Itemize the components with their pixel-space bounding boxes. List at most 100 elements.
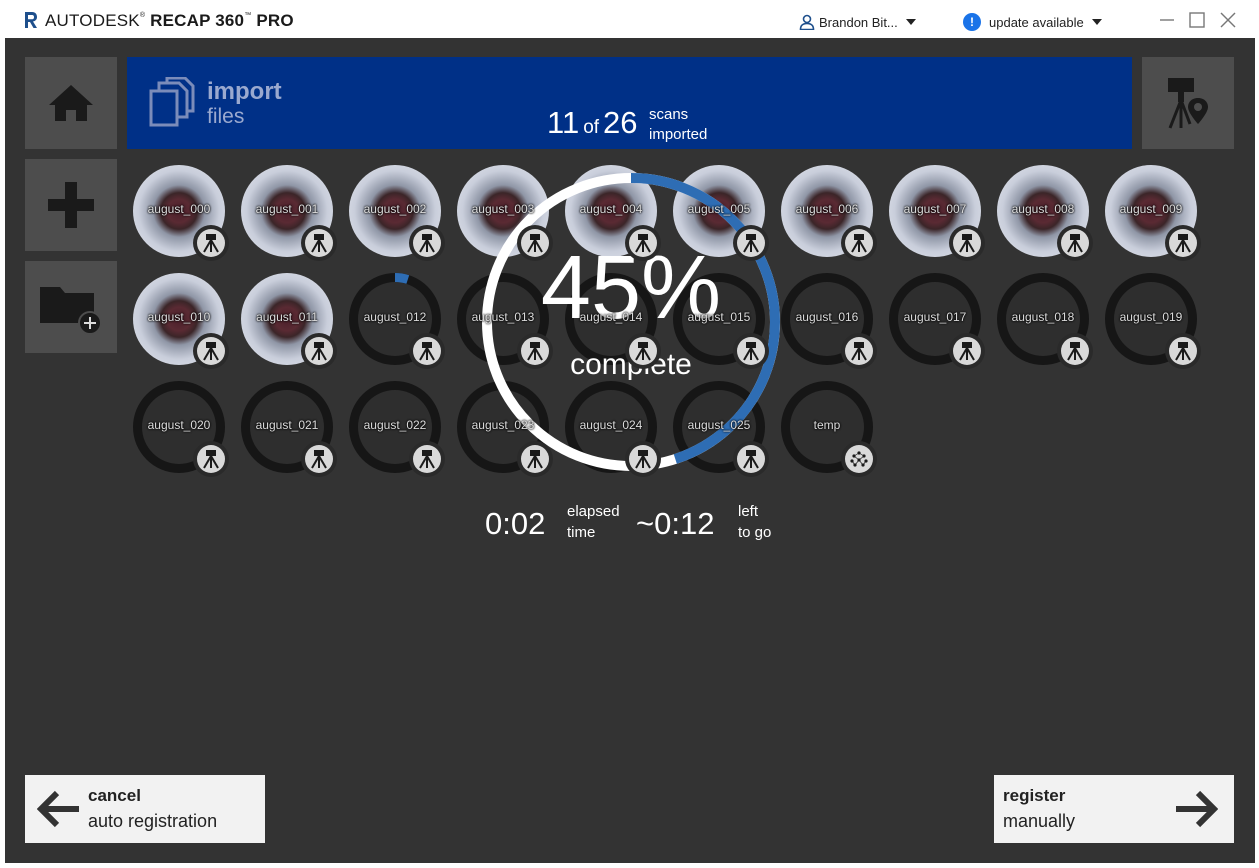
scan-item[interactable]: august_008: [997, 165, 1093, 261]
add-button[interactable]: [25, 159, 117, 251]
scan-count: 11 of 26 scans imported: [547, 105, 707, 143]
scan-name: august_002: [363, 202, 427, 216]
main-panel: import files 11 of 26 scans imported augus…: [5, 38, 1255, 863]
close-icon[interactable]: [1218, 10, 1238, 30]
maximize-icon[interactable]: [1187, 10, 1207, 30]
scan-name: august_005: [687, 202, 751, 216]
scanner-location-icon: [1168, 78, 1208, 129]
scan-name: august_019: [1119, 310, 1183, 324]
files-icon: [149, 77, 195, 127]
scan-item[interactable]: august_007: [889, 165, 985, 261]
time-left-value: ~0:12: [636, 506, 715, 541]
app-title: AUTODESK® RECAP 360™ PRO: [45, 11, 294, 30]
scan-item[interactable]: august_017: [889, 273, 985, 369]
add-folder-icon: [40, 287, 102, 335]
tripod-icon: [517, 333, 553, 369]
register-label: register: [1003, 786, 1066, 805]
chevron-down-icon: [1091, 19, 1102, 25]
scan-name: august_000: [147, 202, 211, 216]
info-icon: !: [963, 13, 981, 31]
cancel-auto-registration-button[interactable]: cancel auto registration: [25, 775, 265, 843]
scan-item[interactable]: august_001: [241, 165, 337, 261]
scan-name: august_008: [1011, 202, 1075, 216]
tripod-icon: [625, 333, 661, 369]
tripod-icon: [517, 441, 553, 477]
title-bar: AUTODESK® RECAP 360™ PRO Brandon Bit... …: [0, 0, 1259, 38]
tripod-icon: [193, 333, 229, 369]
user-icon: [799, 14, 815, 30]
scan-item[interactable]: august_019: [1105, 273, 1201, 369]
tripod-icon: [733, 225, 769, 261]
update-menu[interactable]: ! update available: [963, 13, 1102, 31]
scan-item[interactable]: august_010: [133, 273, 229, 369]
scan-item[interactable]: august_018: [997, 273, 1093, 369]
tripod-icon: [625, 441, 661, 477]
home-button[interactable]: [25, 57, 117, 149]
scan-name: august_020: [147, 418, 211, 432]
user-menu[interactable]: Brandon Bit...: [799, 14, 916, 30]
tripod-icon: [1057, 333, 1093, 369]
scan-name: august_015: [687, 310, 751, 324]
scan-item[interactable]: august_020: [133, 381, 229, 477]
time-left-label: left to go: [738, 503, 772, 541]
scan-name: temp: [813, 418, 841, 432]
tripod-icon: [409, 333, 445, 369]
scan-item[interactable]: august_011: [241, 273, 337, 369]
register-manually-button[interactable]: register manually: [994, 775, 1234, 843]
tripod-icon: [1165, 333, 1201, 369]
arrow-right-icon: [1176, 790, 1218, 828]
tripod-icon: [625, 225, 661, 261]
scan-item[interactable]: august_002: [349, 165, 445, 261]
scan-name: august_022: [363, 418, 427, 432]
scans-imported-label: scans imported: [649, 106, 708, 143]
scan-item[interactable]: august_000: [133, 165, 229, 261]
update-label: update available: [989, 14, 1084, 30]
imported-count: 11: [547, 105, 580, 140]
cancel-label: cancel: [88, 786, 141, 805]
user-name: Brandon Bit...: [819, 14, 898, 30]
scan-item[interactable]: august_022: [349, 381, 445, 477]
scan-item[interactable]: august_009: [1105, 165, 1201, 261]
tripod-icon: [301, 225, 337, 261]
scan-item[interactable]: august_021: [241, 381, 337, 477]
tripod-icon: [409, 225, 445, 261]
tripod-icon: [1057, 225, 1093, 261]
scan-item[interactable]: august_016: [781, 273, 877, 369]
tripod-icon: [949, 225, 985, 261]
scan-name: august_001: [255, 202, 319, 216]
scan-name: august_010: [147, 310, 211, 324]
tripod-icon: [301, 333, 337, 369]
scan-name: august_007: [903, 202, 967, 216]
elapsed-time-value: 0:02: [485, 506, 546, 541]
scan-item[interactable]: august_012: [349, 273, 445, 369]
scan-name: august_009: [1119, 202, 1183, 216]
arrow-left-icon: [37, 790, 79, 828]
add-folder-button[interactable]: [25, 261, 117, 353]
tripod-icon: [733, 333, 769, 369]
minimize-icon[interactable]: [1157, 10, 1177, 30]
cancel-sublabel: auto registration: [88, 811, 218, 831]
tripod-icon: [409, 441, 445, 477]
scan-name: august_011: [256, 310, 318, 324]
total-count: 26: [603, 105, 638, 140]
scan-name: august_017: [903, 310, 967, 324]
tripod-icon: [841, 333, 877, 369]
scan-name: august_023: [471, 418, 535, 432]
scan-item[interactable]: temp: [781, 381, 877, 477]
tripod-icon: [301, 441, 337, 477]
home-icon: [49, 85, 93, 121]
scan-name: august_018: [1011, 310, 1075, 324]
recap-logo-icon: [25, 12, 37, 28]
tripod-icon: [1165, 225, 1201, 261]
scan-item[interactable]: august_006: [781, 165, 877, 261]
scan-name: august_021: [255, 418, 319, 432]
tripod-icon: [193, 441, 229, 477]
scan-name: august_014: [579, 310, 643, 324]
scan-name: august_016: [795, 310, 859, 324]
location-button[interactable]: [1142, 57, 1234, 149]
scan-name: august_012: [363, 310, 427, 324]
of-label: of: [583, 117, 600, 138]
scan-name: august_006: [795, 202, 859, 216]
elapsed-time-label: elapsed time: [567, 503, 620, 541]
scan-name: august_024: [579, 418, 643, 432]
